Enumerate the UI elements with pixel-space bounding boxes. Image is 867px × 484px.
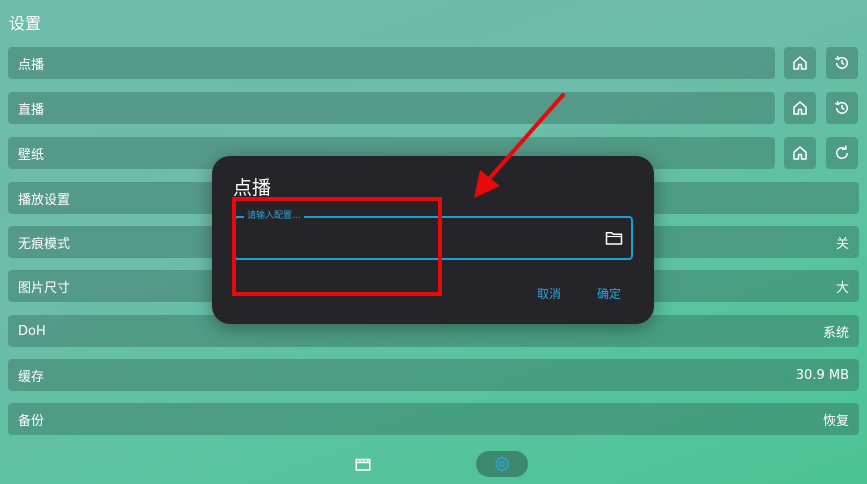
live-history-button[interactable] [826,92,858,124]
setting-value: 系统 [822,325,849,341]
film-icon[interactable] [354,455,372,473]
history-icon [835,101,848,114]
confirm-button[interactable]: 确定 [597,285,621,302]
annotation-highlight-box [232,197,442,296]
wallpaper-refresh-button[interactable] [826,137,858,169]
vod-home-button[interactable] [784,47,816,79]
history-icon [835,56,848,69]
settings-nav-button[interactable] [476,451,528,477]
setting-row-vod[interactable]: 点播 [8,47,775,79]
cancel-button[interactable]: 取消 [537,285,561,302]
setting-label: 无痕模式 [18,236,71,252]
setting-label: 缓存 [18,369,45,385]
page-title: 设置 [9,14,42,33]
setting-row-live[interactable]: 直播 [8,92,775,124]
setting-value: 恢复 [822,413,849,429]
home-icon [793,56,807,70]
folder-icon[interactable] [605,230,623,246]
setting-label: 图片尺寸 [18,280,71,296]
setting-label: 壁纸 [18,147,45,163]
live-home-button[interactable] [784,92,816,124]
setting-value: 大 [835,280,849,296]
dialog-title: 点播 [233,177,272,199]
refresh-icon [836,145,849,159]
vod-history-button[interactable] [826,47,858,79]
gear-icon [495,456,509,472]
setting-row-backup[interactable]: 备份 恢复 [8,403,859,435]
setting-label: 直播 [18,102,45,118]
setting-label: DoH [18,323,46,339]
home-icon [793,146,807,160]
home-icon [793,101,807,115]
setting-label: 备份 [18,413,45,429]
setting-label: 点播 [18,57,45,73]
setting-value: 关 [835,236,849,252]
setting-value: 30.9 MB [795,367,849,383]
setting-label: 播放设置 [18,192,71,208]
setting-row-cache[interactable]: 缓存 30.9 MB [8,359,859,391]
wallpaper-home-button[interactable] [784,137,816,169]
